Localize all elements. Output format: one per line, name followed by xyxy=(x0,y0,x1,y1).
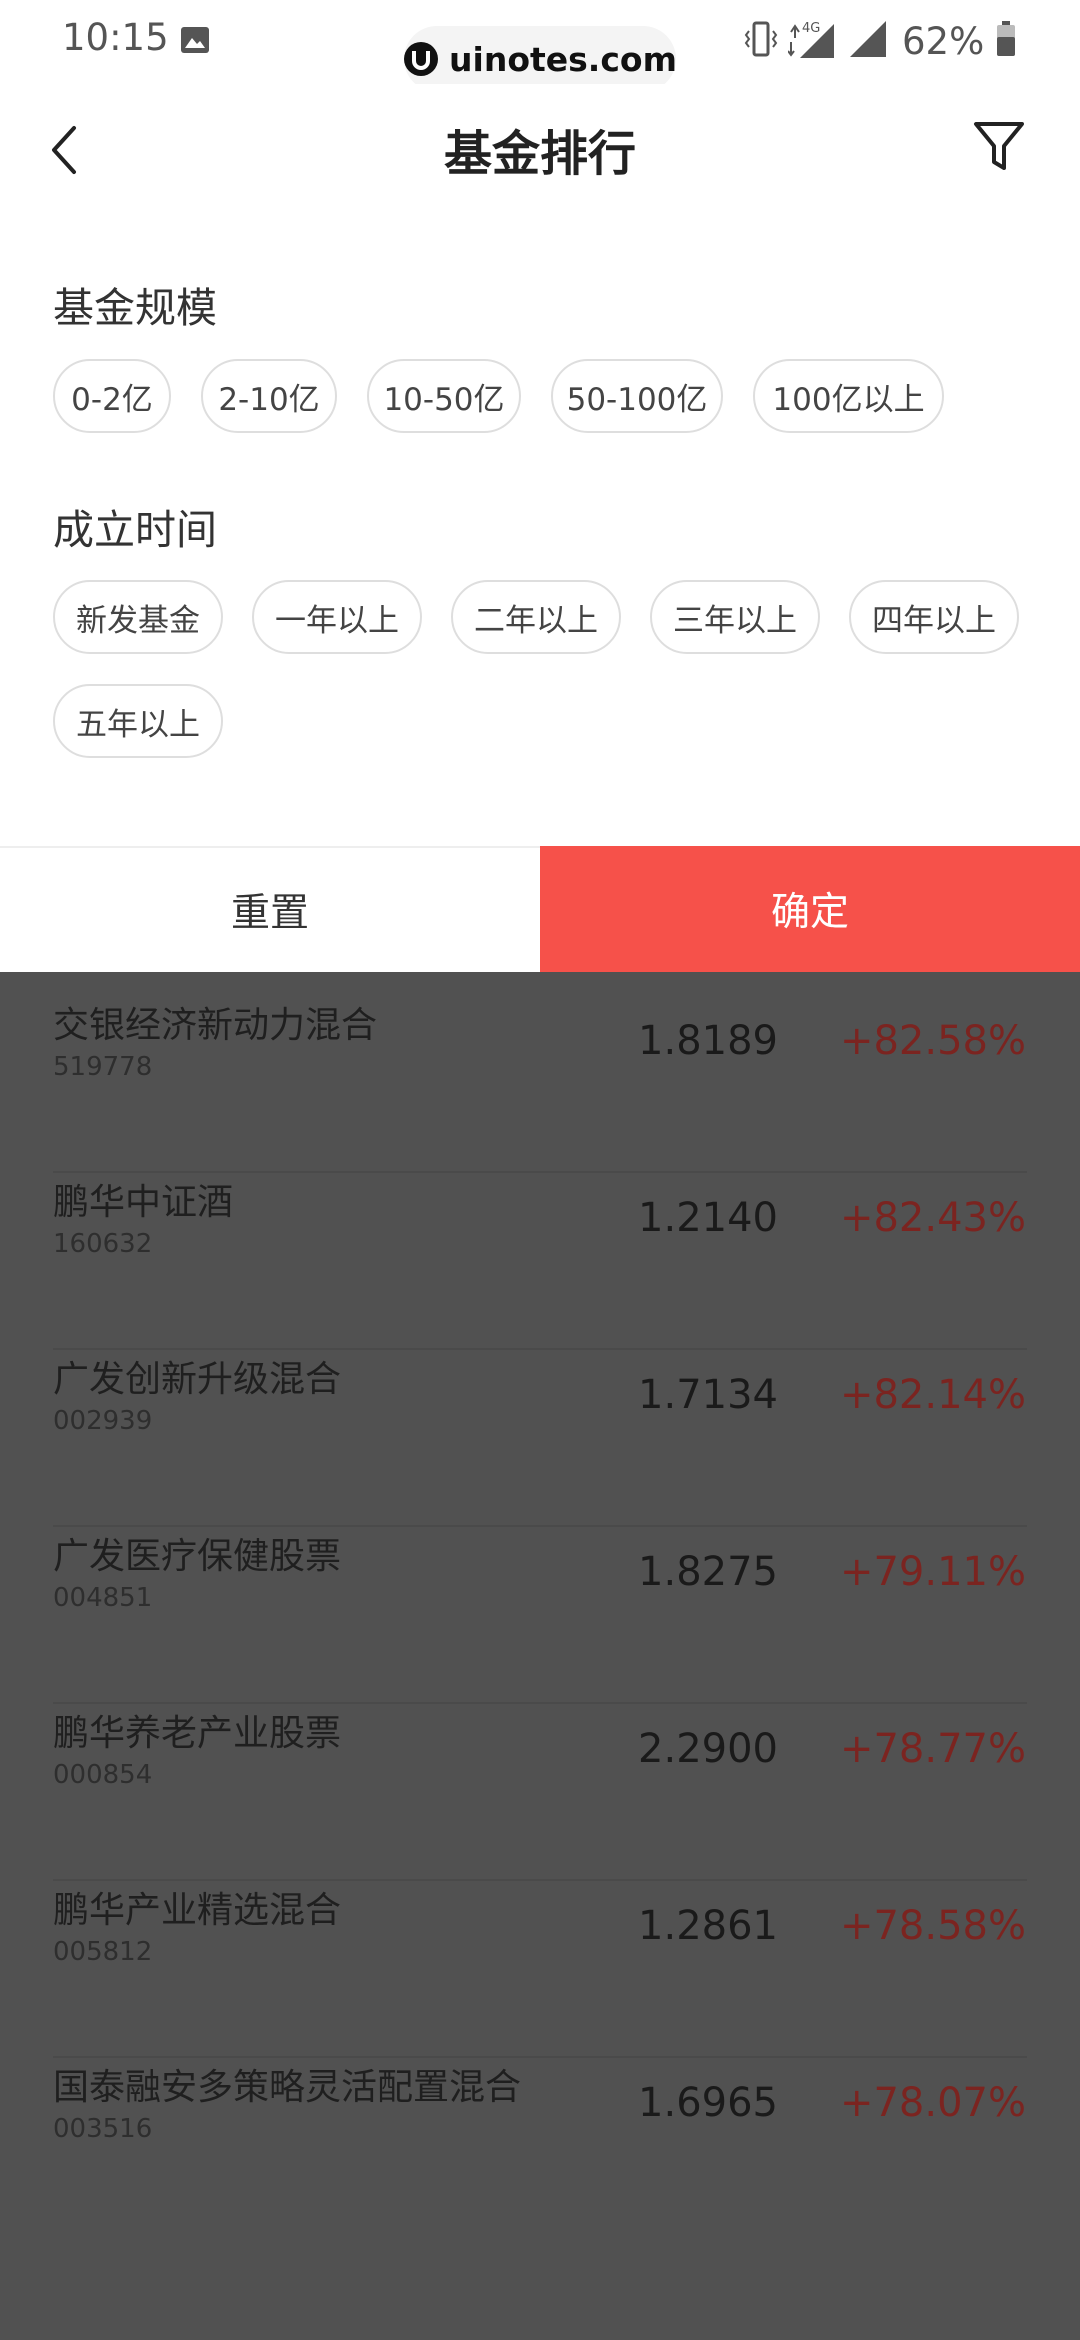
fund-code: 003516 xyxy=(53,2114,153,2144)
status-bar: 10:15 uinotes.com 4G 62% xyxy=(0,0,1080,92)
image-notification-icon xyxy=(180,26,210,54)
watermark-logo-icon xyxy=(403,41,439,77)
established-option-3y[interactable]: 三年以上 xyxy=(650,580,820,654)
status-indicators: 4G 62% xyxy=(744,18,1026,64)
fund-row[interactable]: 鹏华产业精选混合 005812 1.2861 +78.58% xyxy=(0,1881,1080,2058)
fund-change: +82.58% xyxy=(839,1018,1026,1064)
established-option-4y[interactable]: 四年以上 xyxy=(849,580,1019,654)
status-time: 10:15 xyxy=(62,16,169,59)
fund-name: 鹏华养老产业股票 xyxy=(53,1713,342,1754)
fund-name: 鹏华产业精选混合 xyxy=(53,1890,342,1931)
established-option-1y[interactable]: 一年以上 xyxy=(252,580,422,654)
filter-panel: 基金规模 0-2亿 2-10亿 10-50亿 50-100亿 100亿以上 成立… xyxy=(0,206,1080,846)
scale-option-0-2[interactable]: 0-2亿 xyxy=(53,359,171,433)
filter-action-bar: 重置 确定 xyxy=(0,846,1080,972)
mobile-signal-icon: 4G xyxy=(787,18,848,64)
fund-name: 广发医疗保健股票 xyxy=(53,1536,342,1577)
network-type: 4G xyxy=(802,21,820,36)
battery-icon xyxy=(996,21,1026,61)
scale-option-10-50[interactable]: 10-50亿 xyxy=(367,359,521,433)
scale-option-50-100[interactable]: 50-100亿 xyxy=(551,359,723,433)
reset-button[interactable]: 重置 xyxy=(0,848,540,972)
scale-section-title: 基金规模 xyxy=(53,284,217,332)
fund-nav: 1.7134 xyxy=(638,1372,778,1418)
fund-nav: 1.8189 xyxy=(638,1018,778,1064)
fund-name: 交银经济新动力混合 xyxy=(53,1005,378,1046)
fund-row[interactable]: 鹏华中证酒 160632 1.2140 +82.43% xyxy=(0,1173,1080,1350)
fund-change: +78.07% xyxy=(839,2080,1026,2126)
fund-change: +78.77% xyxy=(839,1726,1026,1772)
vibrate-icon xyxy=(744,19,788,63)
fund-change: +79.11% xyxy=(839,1549,1026,1595)
page-title: 基金排行 xyxy=(443,126,636,182)
watermark-text: uinotes.com xyxy=(449,39,677,79)
fund-name: 国泰融安多策略灵活配置混合 xyxy=(53,2067,522,2108)
fund-code: 002939 xyxy=(53,1406,153,1436)
fund-ranking-screen: 10:15 uinotes.com 4G 62% 基金排行 基金规模 0-2亿 … xyxy=(0,0,1080,2340)
fund-code: 005812 xyxy=(53,1937,153,1967)
dimmed-fund-list[interactable]: 交银经济新动力混合 519778 1.8189 +82.58% 鹏华中证酒 16… xyxy=(0,972,1080,2340)
fund-change: +82.14% xyxy=(839,1372,1026,1418)
fund-row[interactable]: 交银经济新动力混合 519778 1.8189 +82.58% xyxy=(0,996,1080,1173)
fund-change: +82.43% xyxy=(839,1195,1026,1241)
fund-row[interactable]: 广发创新升级混合 002939 1.7134 +82.14% xyxy=(0,1350,1080,1527)
fund-code: 000854 xyxy=(53,1760,153,1790)
fund-nav: 1.2140 xyxy=(638,1195,778,1241)
fund-code: 004851 xyxy=(53,1583,153,1613)
fund-name: 广发创新升级混合 xyxy=(53,1359,342,1400)
fund-code: 519778 xyxy=(53,1052,153,1082)
funnel-icon[interactable] xyxy=(972,118,1026,174)
fund-row[interactable]: 国泰融安多策略灵活配置混合 003516 1.6965 +78.07% xyxy=(0,2058,1080,2235)
fund-name: 鹏华中证酒 xyxy=(53,1182,234,1223)
fund-nav: 1.2861 xyxy=(638,1903,778,1949)
fund-change: +78.58% xyxy=(839,1903,1026,1949)
established-section-title: 成立时间 xyxy=(53,506,217,554)
established-option-5y[interactable]: 五年以上 xyxy=(53,684,223,758)
fund-code: 160632 xyxy=(53,1229,153,1259)
fund-row[interactable]: 鹏华养老产业股票 000854 2.2900 +78.77% xyxy=(0,1704,1080,1881)
watermark-badge: uinotes.com xyxy=(403,26,677,92)
fund-row[interactable]: 广发医疗保健股票 004851 1.8275 +79.11% xyxy=(0,1527,1080,1704)
battery-percent: 62% xyxy=(902,19,985,63)
scale-option-2-10[interactable]: 2-10亿 xyxy=(201,359,337,433)
fund-nav: 1.8275 xyxy=(638,1549,778,1595)
fund-nav: 2.2900 xyxy=(638,1726,778,1772)
nav-bar: 基金排行 xyxy=(0,84,1080,206)
cell-signal-icon xyxy=(848,19,898,63)
confirm-button[interactable]: 确定 xyxy=(540,846,1080,972)
established-option-2y[interactable]: 二年以上 xyxy=(451,580,621,654)
established-option-new[interactable]: 新发基金 xyxy=(53,580,223,654)
fund-nav: 1.6965 xyxy=(638,2080,778,2126)
scale-option-100-plus[interactable]: 100亿以上 xyxy=(753,359,944,433)
